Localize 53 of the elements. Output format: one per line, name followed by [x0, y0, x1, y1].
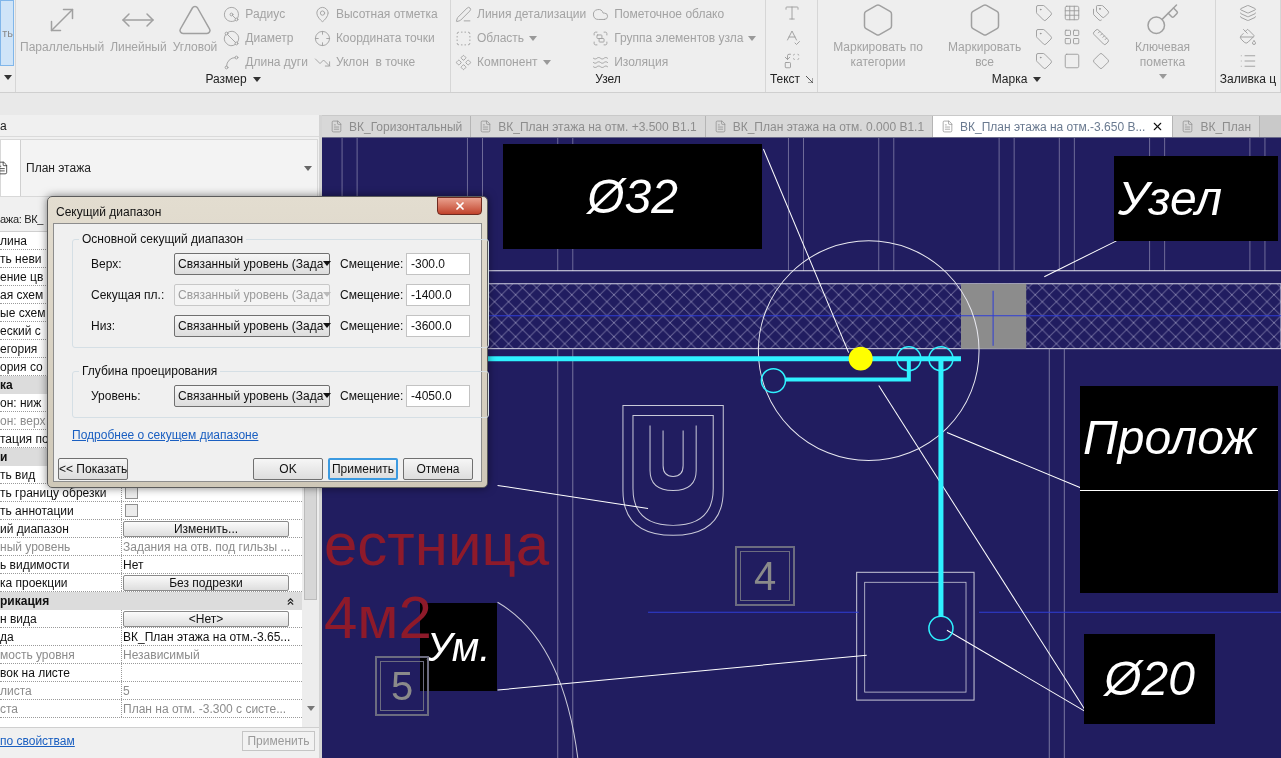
property-name: ста	[0, 700, 19, 718]
group-title: рикация	[0, 593, 50, 610]
field-label: Уровень:	[91, 387, 142, 405]
group-label: Заливка ц	[1219, 71, 1277, 88]
property-value: План на отм. -3.300 с систе...	[123, 700, 287, 718]
panel-title: а	[0, 117, 7, 135]
section-title: Основной секущий диапазон	[81, 231, 245, 248]
property-name: еский с	[0, 322, 41, 340]
field-label: Низ:	[91, 317, 117, 335]
property-name: ный уровень	[0, 538, 71, 556]
property-name: ть аннотации	[0, 502, 74, 520]
dialog-title: Секущий диапазон	[56, 204, 162, 221]
property-name: ть границу обрезки	[0, 484, 107, 502]
group-title: и	[0, 449, 8, 466]
property-value: ВК_План этажа на отм.-3.65...	[123, 628, 291, 646]
property-value: 5	[123, 682, 130, 700]
property-name: ая схем	[0, 286, 44, 304]
property-name: да	[0, 628, 14, 646]
property-value: Задания на отв. под гильзы ...	[123, 538, 291, 556]
property-name: ть неви	[0, 250, 42, 268]
property-name: егория	[0, 340, 38, 358]
property-name: ь видимости	[0, 556, 70, 574]
property-name: мость уровня	[0, 646, 75, 664]
room-number: 5	[375, 656, 429, 716]
offset-label: Смещение:	[340, 387, 405, 405]
property-name: он: верх	[0, 412, 46, 430]
property-name: ий диапазон	[0, 520, 69, 538]
offset-label: Смещение:	[340, 255, 405, 273]
property-name: лина	[0, 232, 27, 250]
property-name: ть вид	[0, 466, 36, 484]
room-number: 4	[735, 546, 795, 606]
property-name: ория со	[0, 358, 43, 376]
property-name: ые схем	[0, 304, 46, 322]
offset-label: Смещение:	[340, 317, 405, 335]
field-label: Верх:	[91, 255, 123, 273]
field-label: Секущая пл.:	[91, 286, 166, 304]
property-name: н вида	[0, 610, 37, 628]
group-label: Марка	[991, 71, 1028, 88]
property-name: листа	[0, 682, 32, 700]
property-value: Независимый	[123, 646, 200, 664]
group-label: Узел	[595, 71, 621, 88]
section-title: Глубина проецирования	[81, 363, 219, 380]
property-name: он: ниж	[0, 394, 42, 412]
offset-label: Смещение:	[340, 286, 405, 304]
property-name: ение цв	[0, 268, 44, 286]
group-label: Текст	[769, 71, 801, 88]
type-name: План этажа	[26, 160, 92, 177]
property-name: вок на листе	[0, 664, 70, 682]
property-name: ка проекции	[0, 574, 68, 592]
room-name: естница	[324, 510, 550, 580]
group-label: Размер	[205, 71, 247, 88]
group-title: ка	[0, 377, 13, 394]
property-value: Нет	[123, 556, 144, 574]
